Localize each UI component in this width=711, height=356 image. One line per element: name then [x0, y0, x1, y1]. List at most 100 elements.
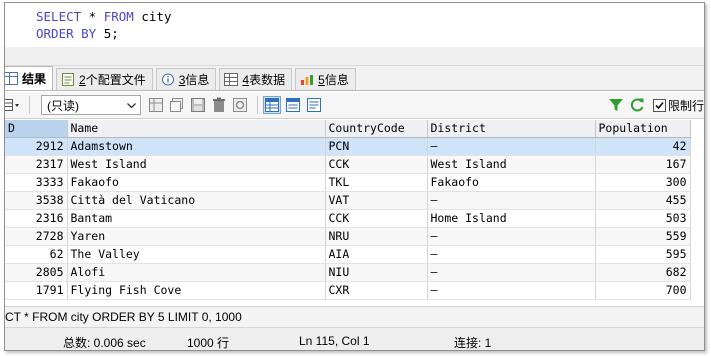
tab-table-data[interactable]: 4 表数据	[219, 68, 293, 90]
table-row[interactable]: 3333 Fakaofo TKL Fakaofo 300	[5, 173, 691, 192]
table-cell[interactable]: NRU	[325, 227, 428, 246]
table-cell[interactable]: 503	[595, 209, 691, 228]
refresh-grid-icon[interactable]	[231, 96, 249, 114]
limit-rows-toggle[interactable]: 限制行	[652, 97, 704, 114]
table-cell[interactable]: –	[427, 263, 596, 282]
filter-icon[interactable]	[607, 96, 625, 114]
table-cell[interactable]: 2316	[5, 209, 68, 228]
table-cell[interactable]: 2912	[5, 137, 68, 156]
table-row[interactable]: 2728 Yaren NRU –559	[5, 227, 691, 246]
table-row[interactable]: 2805 Alofi NIU –682	[5, 263, 691, 282]
editor-line-2: ORDER BY 5;	[36, 26, 119, 41]
sql-editor[interactable]: SELECT * FROM city ORDER BY 5;	[5, 3, 704, 47]
table-cell[interactable]: CCK	[325, 209, 428, 228]
table-cell[interactable]: VAT	[325, 191, 428, 210]
table-cell[interactable]: PCN	[325, 137, 428, 156]
query-window: SELECT * FROM city ORDER BY 5; 结果 2 个配置文…	[4, 2, 705, 351]
column-header-district[interactable]: District	[427, 120, 596, 138]
refresh-icon[interactable]	[628, 96, 646, 114]
table-cell[interactable]: 3538	[5, 191, 68, 210]
table-cell[interactable]: –	[427, 227, 596, 246]
table-cell[interactable]: CXR	[325, 281, 428, 300]
table-icon	[224, 73, 239, 86]
table-cell[interactable]: 167	[595, 155, 691, 174]
tab-results[interactable]: 结果	[5, 66, 54, 90]
table-cell[interactable]: 682	[595, 263, 691, 282]
table-cell[interactable]: Fakaofo	[67, 173, 326, 192]
limit-rows-checkbox[interactable]	[652, 98, 666, 112]
mode-select[interactable]: (只读)	[41, 95, 141, 115]
column-header-countrycode[interactable]: CountryCode	[325, 120, 428, 138]
toolbar-separator	[257, 96, 258, 114]
table-cell[interactable]: 559	[595, 227, 691, 246]
table-cell[interactable]: AIA	[325, 245, 428, 264]
grid-mode-icon[interactable]	[5, 96, 21, 114]
text-view-icon[interactable]	[305, 96, 323, 114]
executed-sql-bar: CT * FROM city ORDER BY 5 LIMIT 0, 1000	[5, 306, 704, 327]
table-row[interactable]: 62 The Valley AIA –595	[5, 245, 691, 264]
tab-info-5[interactable]: 5 信息	[295, 68, 356, 90]
tab-profiles[interactable]: 2 个配置文件	[56, 68, 153, 90]
table-cell[interactable]: 595	[595, 245, 691, 264]
table-cell[interactable]: Home Island	[427, 209, 596, 228]
table-cell[interactable]: 455	[595, 191, 691, 210]
result-toolbar: (只读) 限制行	[5, 92, 704, 119]
tab-info-3[interactable]: 3 信息	[155, 68, 217, 90]
info-icon	[161, 73, 175, 86]
table-cell[interactable]: 300	[595, 173, 691, 192]
status-bar: 总数: 0.006 sec 1000 行 Ln 115, Col 1 连接: 1	[5, 327, 704, 350]
toolbar-separator	[29, 96, 30, 114]
delete-icon[interactable]	[210, 96, 228, 114]
table-cell[interactable]: TKL	[325, 173, 428, 192]
column-header-population[interactable]: Population	[595, 120, 691, 138]
grid-view-icon[interactable]	[263, 96, 281, 114]
table-cell[interactable]: –	[427, 245, 596, 264]
add-row-icon[interactable]	[147, 96, 165, 114]
table-row[interactable]: 2912 Adamstown PCN –42	[5, 137, 691, 156]
table-cell[interactable]: –	[427, 191, 596, 210]
table-cell[interactable]: 2805	[5, 263, 68, 282]
table-cell[interactable]: Alofi	[67, 263, 326, 282]
profile-icon	[61, 73, 75, 86]
table-cell[interactable]: CCK	[325, 155, 428, 174]
status-row-count: 1000 行	[187, 336, 230, 350]
table-cell[interactable]: 3333	[5, 173, 68, 192]
table-cell[interactable]: Flying Fish Cove	[67, 281, 326, 300]
form-view-icon[interactable]	[284, 96, 302, 114]
table-cell[interactable]: 1791	[5, 281, 68, 300]
table-cell[interactable]: 2317	[5, 155, 68, 174]
chevron-down-icon	[127, 98, 136, 112]
table-cell[interactable]: Bantam	[67, 209, 326, 228]
table-cell[interactable]: –	[427, 137, 596, 156]
table-row[interactable]: 3538 Città del Vaticano VAT –455	[5, 191, 691, 210]
table-row[interactable]: 2317 West Island CCK West Island 167	[5, 155, 691, 174]
editor-splitter[interactable]	[5, 47, 704, 66]
table-cell[interactable]: 700	[595, 281, 691, 300]
table-cell[interactable]: Adamstown	[67, 137, 326, 156]
table-result-icon	[5, 72, 18, 85]
column-header-name[interactable]: Name	[67, 120, 326, 138]
table-cell[interactable]: 62	[5, 245, 68, 264]
table-cell[interactable]: Yaren	[67, 227, 326, 246]
table-row[interactable]: 1791 Flying Fish Cove CXR –700	[5, 281, 691, 300]
duplicate-row-icon[interactable]	[168, 96, 186, 114]
table-cell[interactable]: 2728	[5, 227, 68, 246]
table-cell[interactable]: Città del Vaticano	[67, 191, 326, 210]
status-connection: 连接: 1	[454, 336, 492, 350]
header-row: D Name CountryCode District Population	[5, 120, 691, 138]
table-row[interactable]: 2316 Bantam CCK Home Island 503	[5, 209, 691, 228]
editor-line-1: SELECT * FROM city	[36, 9, 172, 24]
status-cursor-position: Ln 115, Col 1	[299, 334, 370, 348]
table-cell[interactable]: West Island	[67, 155, 326, 174]
table-cell[interactable]: West Island	[427, 155, 596, 174]
column-header-id[interactable]: D	[5, 120, 68, 138]
status-total-time: 总数: 0.006 sec	[63, 336, 146, 350]
result-table: D Name CountryCode District Population 2…	[5, 120, 691, 300]
table-cell[interactable]: The Valley	[67, 245, 326, 264]
table-cell[interactable]: Fakaofo	[427, 173, 596, 192]
table-cell[interactable]: NIU	[325, 263, 428, 282]
table-cell[interactable]: 42	[595, 137, 691, 156]
result-grid[interactable]: D Name CountryCode District Population 2…	[5, 120, 704, 305]
save-icon[interactable]	[189, 96, 207, 114]
table-cell[interactable]: –	[427, 281, 596, 300]
